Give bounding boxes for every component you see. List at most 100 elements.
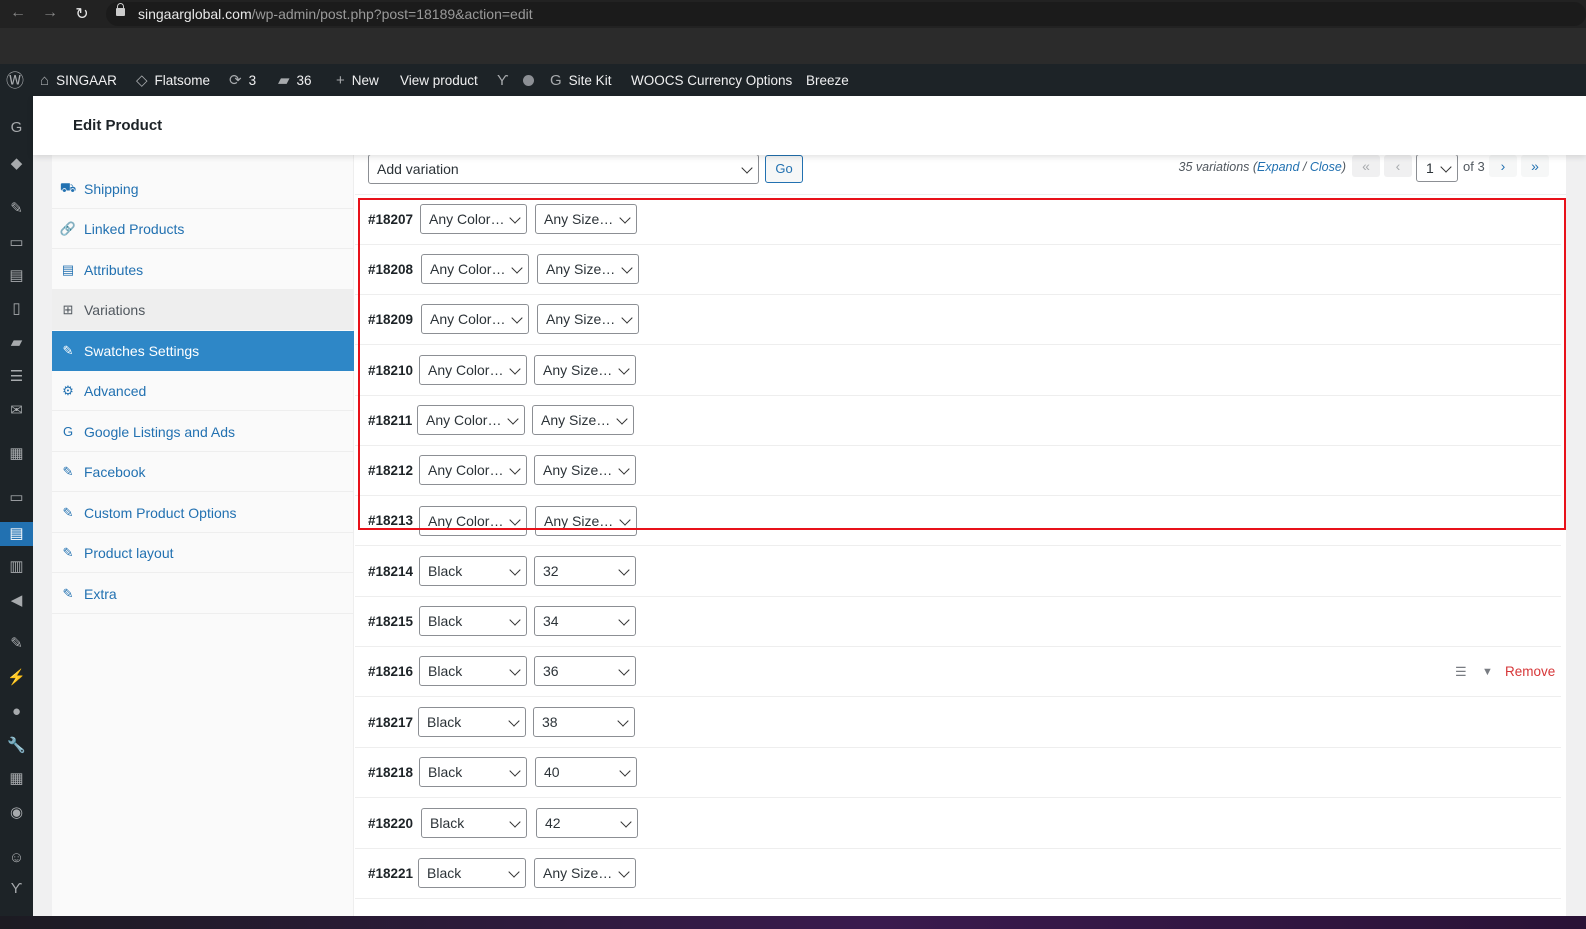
variation-row[interactable]: #18220 Black 42 [355,799,1561,849]
site-kit-link[interactable]: G Site Kit [550,64,611,96]
page-select[interactable]: 1 [1416,154,1458,182]
tab-facebook[interactable]: ✎ Facebook [52,452,354,492]
theme-link[interactable]: ◇ Flatsome [136,64,210,96]
forms-icon[interactable]: ▦ [0,442,33,466]
back-icon[interactable]: ← [8,4,28,22]
go-button[interactable]: Go [765,155,803,183]
analytics-icon[interactable]: ▥ [0,555,33,579]
size-select[interactable]: Any Size… [537,254,639,284]
size-select[interactable]: 40 [535,757,637,787]
next-page-button[interactable]: › [1489,155,1517,177]
color-select[interactable]: Black [419,757,527,787]
color-select[interactable]: Black [418,707,526,737]
pin-icon[interactable]: ✎ [0,197,33,221]
first-page-button[interactable]: « [1352,155,1380,177]
settings-icon[interactable]: ▦ [0,767,33,791]
size-select[interactable]: Any Size… [534,355,636,385]
variation-row[interactable]: #18213 Any Color… Any Size… [355,496,1561,546]
comments-icon[interactable]: ▰ [0,331,33,355]
variation-row[interactable]: #18209 Any Color… Any Size… [355,295,1561,345]
color-select[interactable]: Black [421,808,527,838]
tab-product-layout[interactable]: ✎ Product layout [52,533,354,573]
color-select[interactable]: Any Color… [419,455,527,485]
tab-linked-products[interactable]: 🔗 Linked Products [52,209,354,249]
color-select[interactable]: Any Color… [421,304,529,334]
products-icon[interactable]: ▤ [0,522,39,546]
color-select[interactable]: Any Color… [421,254,529,284]
variation-row[interactable]: #18210 Any Color… Any Size… [355,346,1561,396]
folder-icon[interactable]: ▭ [0,231,33,255]
variation-row[interactable]: #18207 Any Color… Any Size… [355,195,1561,245]
variation-row[interactable]: #18214 Black 32 [355,547,1561,597]
variation-row[interactable]: #18215 Black 34 [355,597,1561,647]
tools-icon[interactable]: 🔧 [0,734,33,758]
size-select[interactable]: Any Size… [535,204,637,234]
updates-link[interactable]: ⟳ 3 [229,64,256,96]
yoast-icon[interactable]: Ƴ [0,877,33,901]
variation-row[interactable]: #18211 Any Color… Any Size… [355,396,1561,446]
new-content-link[interactable]: + New [336,64,379,96]
plugin-avatar-icon[interactable]: ☺ [0,846,33,870]
reload-icon[interactable]: ↻ [72,4,92,24]
tab-custom-product-options[interactable]: ✎ Custom Product Options [52,493,354,533]
size-select[interactable]: 42 [536,808,638,838]
appearance-icon[interactable]: ✎ [0,632,33,656]
tab-swatches-settings[interactable]: ✎ Swatches Settings [52,331,354,371]
wordpress-logo-icon[interactable]: Ⓦ [6,64,31,96]
variation-row[interactable]: #18216 Black 36 ☰ ▼ Remove [355,647,1561,697]
size-select[interactable]: Any Size… [537,304,639,334]
tab-google-listings[interactable]: G Google Listings and Ads [52,412,354,452]
size-select[interactable]: 34 [534,606,636,636]
variation-row[interactable]: #18212 Any Color… Any Size… [355,446,1561,496]
variation-row[interactable]: #18208 Any Color… Any Size… [355,245,1561,295]
last-page-button[interactable]: » [1521,155,1549,177]
add-variation-select[interactable]: Add variation [368,154,759,184]
plugins-icon[interactable]: ⚡ [0,666,33,690]
forward-icon[interactable]: → [40,4,60,22]
tab-attributes[interactable]: ▤ Attributes [52,250,354,290]
tab-shipping[interactable]: ⛟ Shipping [52,169,354,209]
url-text[interactable]: singaarglobal.com/wp-admin/post.php?post… [138,6,533,22]
size-select[interactable]: Any Size… [534,858,636,888]
tab-extra[interactable]: ✎ Extra [52,574,354,614]
size-select[interactable]: Any Size… [535,506,637,536]
google-icon[interactable]: G [0,116,33,140]
color-select[interactable]: Any Color… [419,355,527,385]
yoast-icon[interactable]: Ƴ [497,64,516,96]
toggle-arrow-icon[interactable]: ▼ [1482,666,1493,678]
remove-link[interactable]: Remove [1505,664,1555,679]
color-select[interactable]: Any Color… [417,405,525,435]
woocommerce-icon[interactable]: ▭ [0,486,33,510]
size-select[interactable]: Any Size… [532,405,634,435]
color-select[interactable]: Any Color… [420,204,527,234]
variation-row[interactable]: #18218 Black 40 [355,748,1561,798]
users-icon[interactable]: ● [0,700,33,724]
color-select[interactable]: Black [418,858,526,888]
variation-row[interactable]: #18217 Black 38 [355,698,1561,748]
size-select[interactable]: 38 [533,707,635,737]
view-product-link[interactable]: View product [400,64,478,96]
whatsapp-icon[interactable]: ◉ [0,801,33,825]
close-link[interactable]: Close [1310,160,1342,174]
color-select[interactable]: Black [419,606,527,636]
comments-link[interactable]: ▰ 36 [278,64,312,96]
color-select[interactable]: Black [419,656,527,686]
drag-handle-icon[interactable]: ☰ [1455,664,1467,680]
woocs-link[interactable]: WOOCS Currency Options [631,64,792,96]
breeze-link[interactable]: Breeze [806,64,849,96]
flatsome-icon[interactable]: ◆ [0,152,33,176]
site-name-link[interactable]: ⌂ SINGAAR [40,64,117,96]
table-icon[interactable]: ☰ [0,365,33,389]
media-icon[interactable]: ▤ [0,264,33,288]
prev-page-button[interactable]: ‹ [1384,155,1412,177]
size-select[interactable]: 36 [534,656,636,686]
variation-row[interactable]: #18221 Black Any Size… [355,849,1561,899]
size-select[interactable]: Any Size… [534,455,636,485]
tab-variations[interactable]: ⊞ Variations [52,290,354,330]
color-select[interactable]: Black [419,556,527,586]
expand-link[interactable]: Expand [1257,160,1299,174]
pages-icon[interactable]: ▯ [0,297,33,321]
tab-advanced[interactable]: ⚙ Advanced [52,371,354,411]
color-select[interactable]: Any Color… [419,506,527,536]
size-select[interactable]: 32 [534,556,636,586]
